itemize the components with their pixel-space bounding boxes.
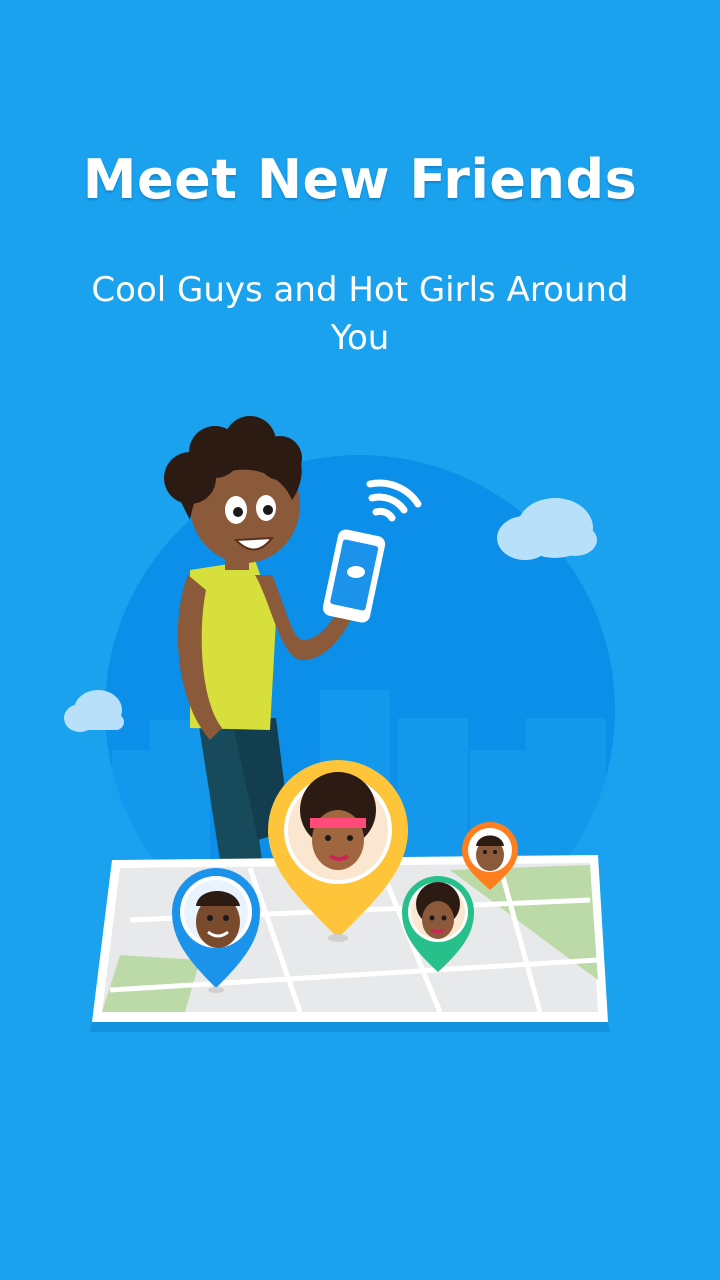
page-subtitle: Cool Guys and Hot Girls Around You: [91, 270, 629, 358]
hero-illustration: [0, 400, 720, 1060]
page-title: Meet New Friends: [82, 148, 638, 211]
onboarding-screen: { "onboarding": { "title": "Meet New Fri…: [0, 0, 720, 1280]
cloud-left: [64, 690, 124, 732]
